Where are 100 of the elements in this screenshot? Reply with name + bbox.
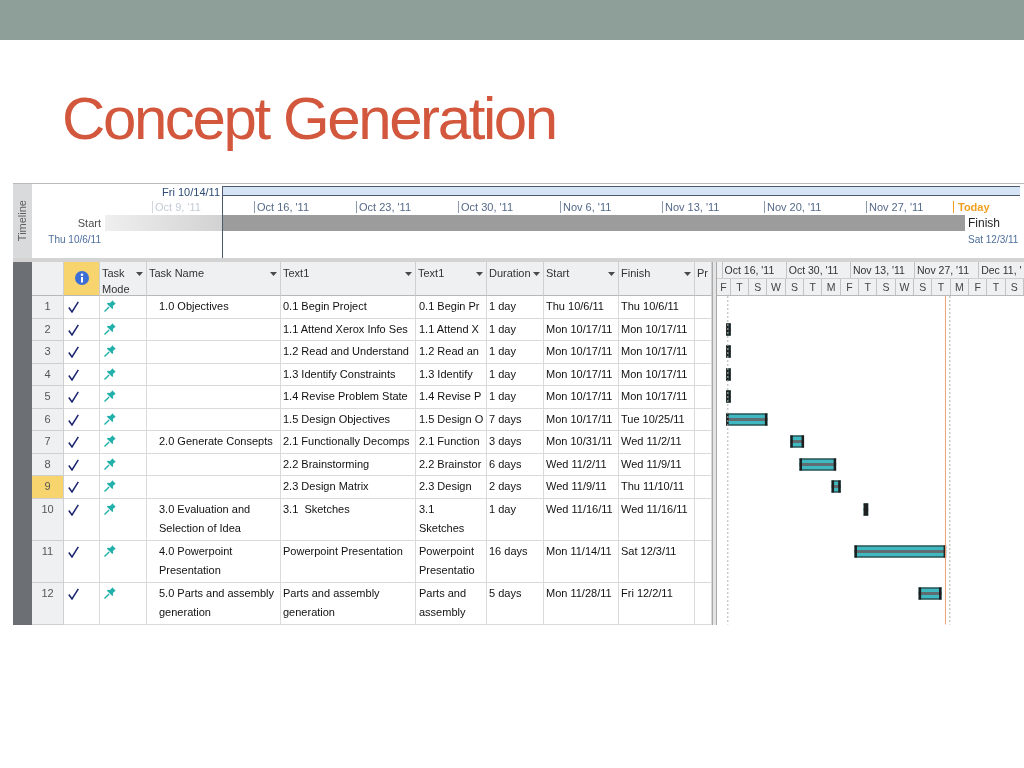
- pushpin-icon: [104, 412, 116, 425]
- timeline-view-range[interactable]: [222, 186, 1020, 196]
- timescale-header: M: [822, 279, 841, 295]
- timescale-header: F: [717, 279, 731, 295]
- timeline-date-tick: Nov 20, '11: [764, 201, 822, 213]
- pushpin-icon: [104, 502, 116, 515]
- finish-date-cell: Mon 10/17/11: [619, 341, 695, 364]
- start-date-cell: Mon 10/17/11: [544, 408, 619, 431]
- pushpin-icon: [104, 345, 116, 357]
- task-name-cell: 4.0 Powerpoint Presentation: [147, 540, 281, 583]
- finish-date-cell: Mon 10/17/11: [619, 318, 695, 341]
- timescale-header: S: [914, 279, 933, 295]
- row-header[interactable]: 3: [32, 341, 64, 364]
- table-corner[interactable]: [32, 262, 64, 296]
- column-header[interactable]: Task Name: [147, 262, 281, 296]
- finish-date-cell: Thu 10/6/11: [619, 296, 695, 319]
- duration-cell: 2 days: [487, 476, 544, 499]
- timescale-header: F: [969, 279, 988, 295]
- duration-cell: 1 day: [487, 498, 544, 541]
- timescale-header: Dec 11, ': [978, 262, 1024, 278]
- task-bar: [863, 503, 869, 515]
- timescale-header: S: [877, 279, 896, 295]
- timescale-header: Oct 16, '11: [721, 262, 786, 278]
- column-header[interactable]: Finish: [619, 262, 695, 296]
- finish-date-cell: Wed 11/2/11: [619, 431, 695, 454]
- row-header[interactable]: 5: [32, 386, 64, 409]
- text1-cell: 2.2 Brainstorming: [281, 453, 416, 476]
- column-header[interactable]: Pr: [695, 262, 712, 296]
- duration-cell: 16 days: [487, 540, 544, 583]
- task-bar: [790, 435, 805, 448]
- text1-cell: 2.2 Brainstor: [416, 453, 487, 476]
- row-header[interactable]: 6: [32, 408, 64, 431]
- column-header[interactable]: Start: [544, 262, 619, 296]
- text1-cell: 1.4 Revise Problem State: [281, 386, 416, 409]
- duration-cell: 5 days: [487, 582, 544, 625]
- start-date-cell: Mon 11/28/11: [544, 582, 619, 625]
- finish-label: Finish: [968, 216, 1000, 230]
- timescale-header: T: [804, 279, 823, 295]
- timescale-header: T: [932, 279, 951, 295]
- column-header[interactable]: [64, 262, 100, 296]
- text1-cell: 1.3 Identify Constraints: [281, 363, 416, 386]
- timeline-date-tick: Nov 13, '11: [662, 201, 720, 213]
- text1-cell: 1.3 Identify: [416, 363, 487, 386]
- duration-cell: 1 day: [487, 363, 544, 386]
- text1-cell: 1.5 Design O: [416, 408, 487, 431]
- timeline-date-tick: Oct 16, '11: [254, 201, 310, 213]
- text1-cell: 2.1 Function: [416, 431, 487, 454]
- task-bar: [799, 458, 837, 470]
- task-name-cell: 1.0 Objectives: [147, 296, 281, 319]
- timeline-date-tick: Oct 30, '11: [458, 201, 514, 213]
- timescale-header: Nov 13, '11: [849, 262, 914, 278]
- text1-cell: 2.1 Functionally Decomps: [281, 431, 416, 454]
- pushpin-icon: [104, 480, 116, 492]
- column-header[interactable]: Task Mode: [100, 262, 147, 296]
- pushpin-icon: [104, 457, 116, 470]
- row-header[interactable]: 7: [32, 431, 64, 454]
- row-header[interactable]: 8: [32, 453, 64, 476]
- text1-cell: 2.3 Design Matrix: [281, 476, 416, 499]
- start-date-cell: Thu 10/6/11: [544, 296, 619, 319]
- row-header[interactable]: 10: [32, 498, 64, 541]
- text1-cell: 1.2 Read and Understand: [281, 341, 416, 364]
- duration-cell: 1 day: [487, 296, 544, 319]
- start-date-cell: Wed 11/2/11: [544, 453, 619, 476]
- duration-cell: 7 days: [487, 408, 544, 431]
- timescale-header: W: [767, 279, 786, 295]
- timeline-date-tick: Nov 6, '11: [560, 201, 612, 213]
- row-header[interactable]: 4: [32, 363, 64, 386]
- column-header[interactable]: Duration: [487, 262, 544, 296]
- timeline-date-tick: Oct 23, '11: [356, 201, 412, 213]
- timescale-header: T: [859, 279, 878, 295]
- timescale-header: M: [950, 279, 969, 295]
- row-header[interactable]: 9: [32, 476, 64, 499]
- finish-date-cell: Wed 11/9/11: [619, 453, 695, 476]
- timescale-header: S: [749, 279, 768, 295]
- text1-cell: Powerpoint Presentatio: [416, 540, 487, 583]
- start-date-cell: Wed 11/16/11: [544, 498, 619, 541]
- text1-cell: 2.3 Design: [416, 476, 487, 499]
- finish-date-cell: Mon 10/17/11: [619, 363, 695, 386]
- info-icon: [74, 271, 89, 285]
- start-date-cell: Mon 10/17/11: [544, 363, 619, 386]
- column-header[interactable]: Text1: [416, 262, 487, 296]
- pushpin-icon: [104, 322, 116, 335]
- text1-cell: 3.1 Sketches: [416, 498, 487, 541]
- text1-cell: 0.1 Begin Project: [281, 296, 416, 319]
- row-header[interactable]: 1: [32, 296, 64, 319]
- timescale-header: S: [1005, 279, 1024, 295]
- task-name-cell: 3.0 Evaluation and Selection of Idea: [147, 498, 281, 541]
- row-header[interactable]: 2: [32, 318, 64, 341]
- task-bar: [726, 413, 768, 425]
- column-header[interactable]: Text1: [281, 262, 416, 296]
- row-header[interactable]: 11: [32, 540, 64, 583]
- finish-date-cell: Mon 10/17/11: [619, 386, 695, 409]
- finish-date-cell: Wed 11/16/11: [619, 498, 695, 541]
- timescale-header: F: [840, 279, 860, 295]
- text1-cell: Parts and assembly generation: [281, 582, 416, 625]
- pushpin-icon: [104, 586, 116, 599]
- finish-date-cell: Tue 10/25/11: [619, 408, 695, 431]
- start-date-cell: Wed 11/9/11: [544, 476, 619, 499]
- row-header[interactable]: 12: [32, 582, 64, 625]
- start-date: Thu 10/6/11: [47, 233, 101, 246]
